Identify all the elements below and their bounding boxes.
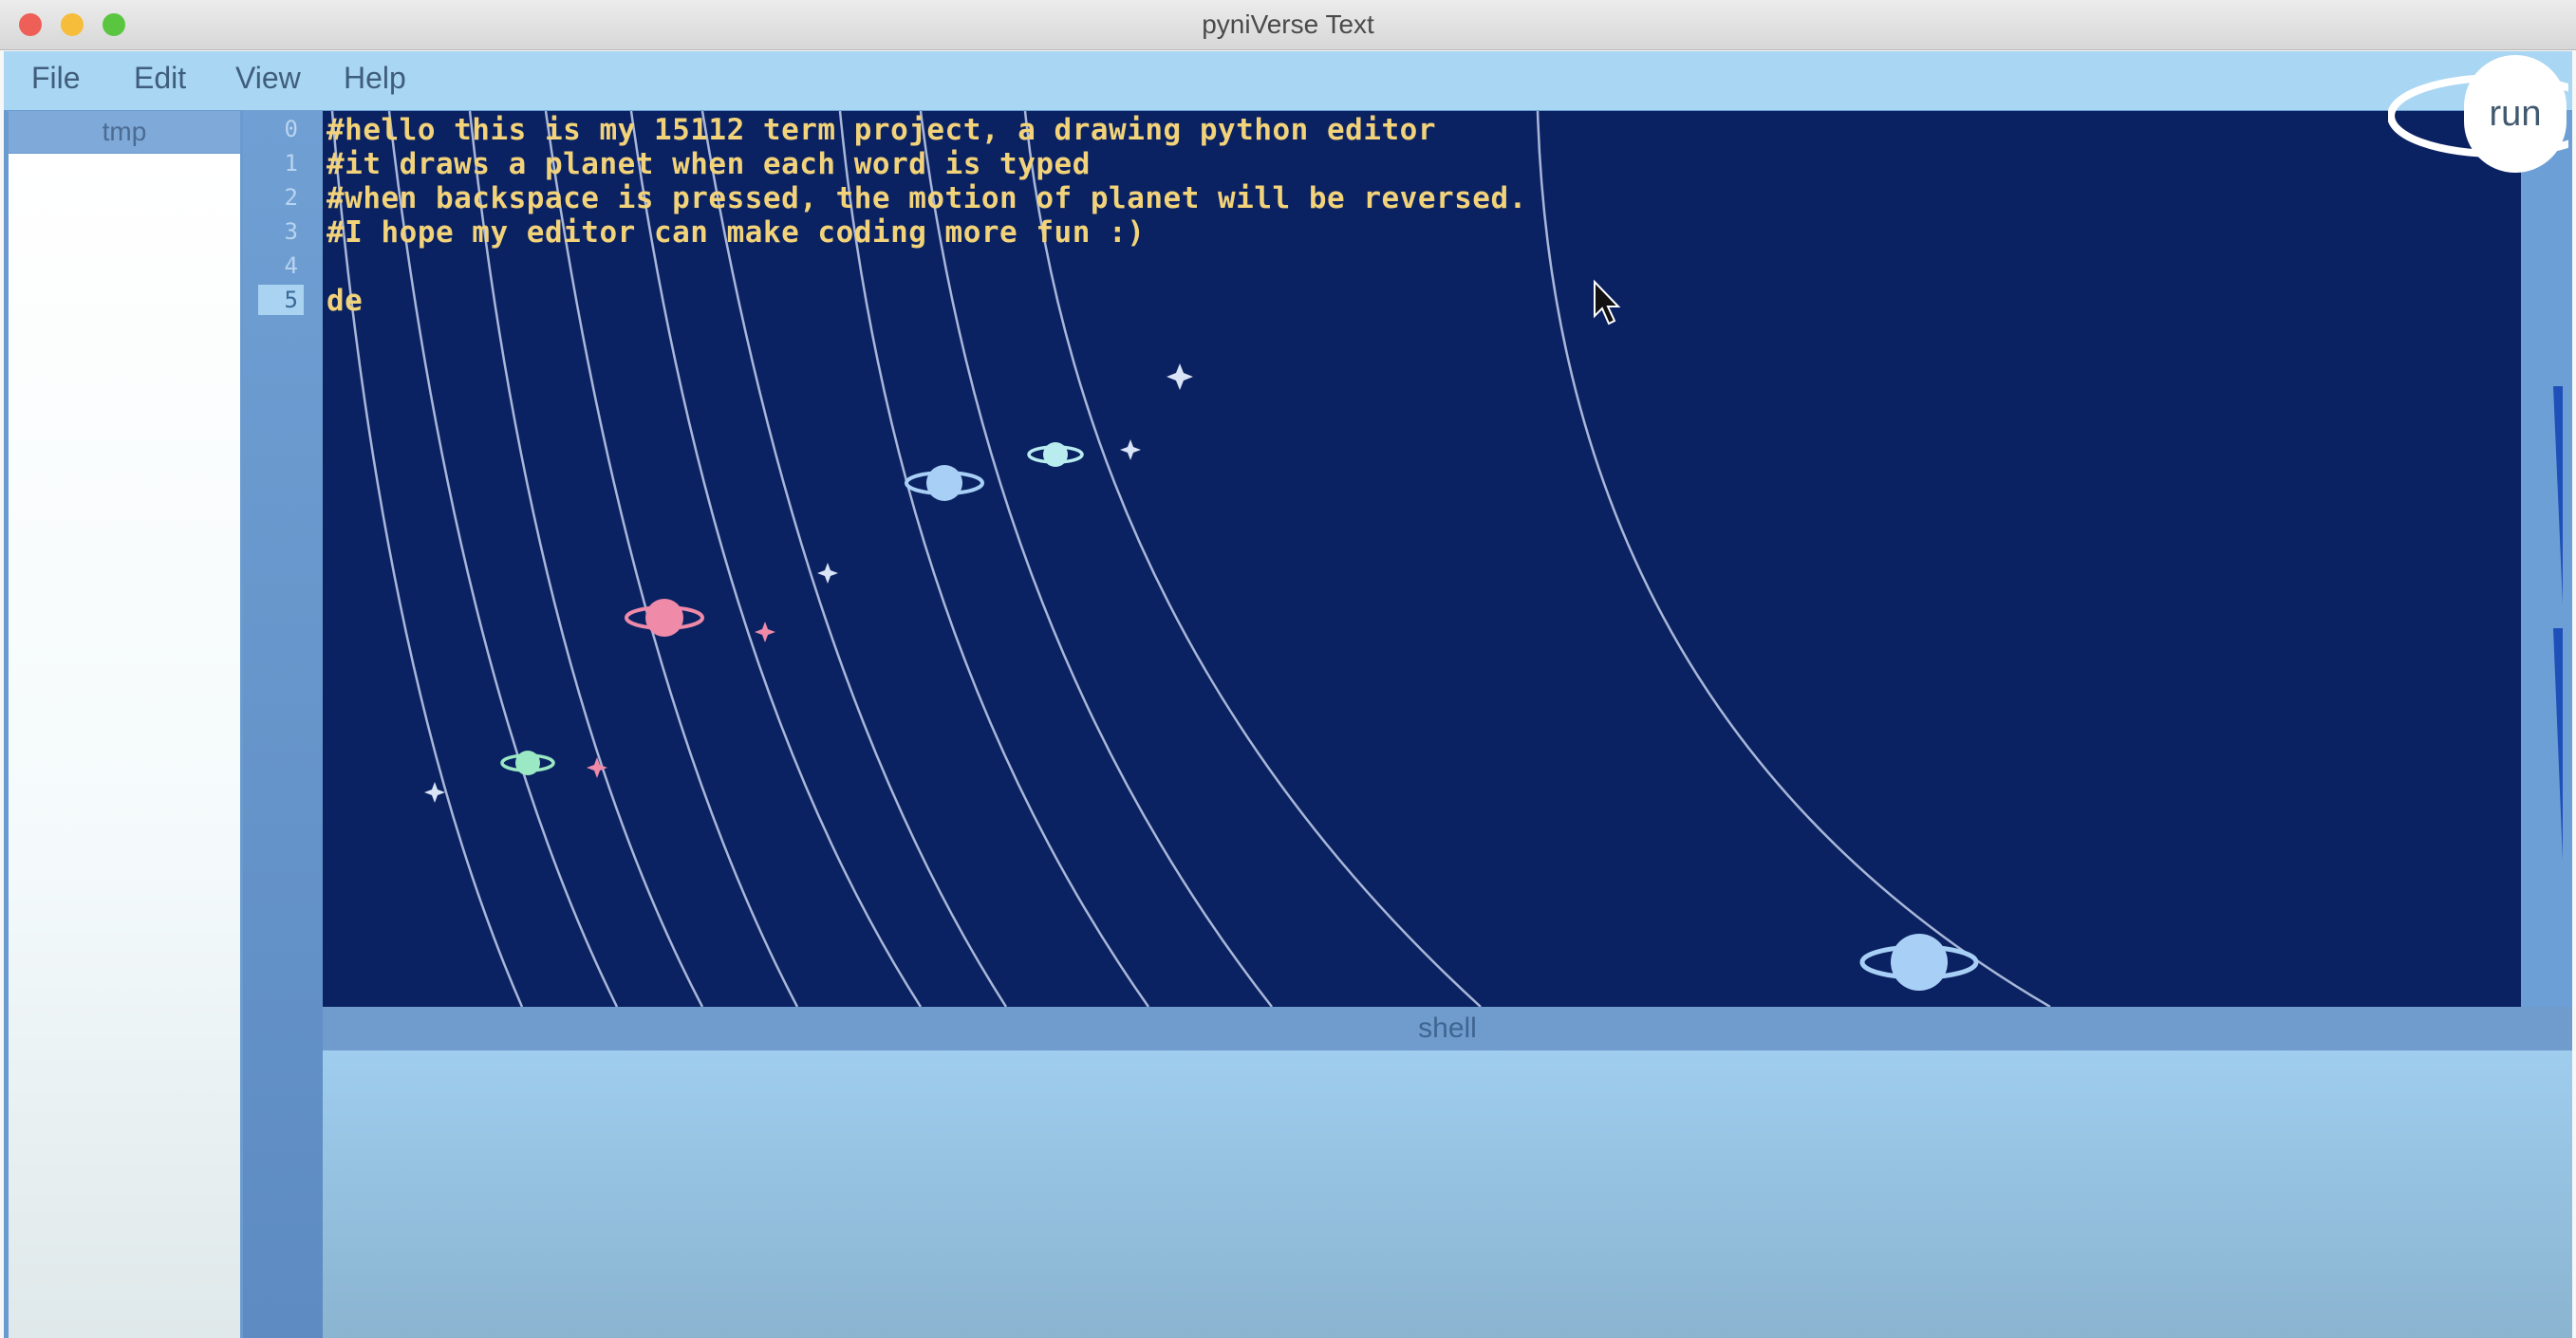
menu-edit[interactable]: Edit	[134, 61, 186, 96]
app-window: File Edit View Help tmp 0 1 2 3 4 5 #hel…	[4, 51, 2572, 1338]
window-title: pyniVerse Text	[1202, 9, 1374, 39]
sparkle-star-icon	[755, 622, 775, 642]
code-line[interactable]: de	[327, 284, 363, 318]
file-tab-tmp[interactable]: tmp	[9, 111, 240, 153]
ringed-planet-icon	[905, 465, 984, 501]
code-line[interactable]: #I hope my editor can make coding more f…	[327, 215, 1145, 250]
line-number: 0	[284, 116, 298, 142]
sparkle-star-icon	[817, 563, 838, 584]
menu-file[interactable]: File	[31, 61, 81, 96]
editor-scrollbar[interactable]	[2521, 111, 2572, 1065]
run-button[interactable]: run	[2464, 55, 2567, 173]
code-editor[interactable]: #hello this is my 15112 term project, a …	[323, 111, 2521, 1007]
menu-view[interactable]: View	[235, 61, 301, 96]
shell-output-area[interactable]	[323, 1050, 2572, 1338]
code-line[interactable]: #when backspace is pressed, the motion o…	[327, 181, 1527, 215]
line-number: 1	[284, 150, 298, 177]
window-titlebar: pyniVerse Text	[0, 0, 2576, 50]
line-number: 3	[284, 218, 298, 245]
ringed-planet-icon	[1027, 442, 1084, 467]
orbit-path	[1536, 111, 2051, 1007]
active-line-number: 5	[258, 285, 304, 315]
scroll-up-arrow-icon	[2553, 386, 2563, 604]
ringed-planet-icon	[1859, 934, 1979, 991]
ringed-planet-icon	[500, 751, 555, 775]
sparkle-star-icon	[1120, 439, 1141, 460]
sparkle-star-icon	[424, 782, 445, 803]
menu-bar: File Edit View Help	[4, 51, 2572, 110]
line-number: 4	[284, 252, 298, 279]
code-line[interactable]: #it draws a planet when each word is typ…	[327, 147, 1091, 181]
mouse-pointer-icon	[1594, 279, 1621, 325]
file-browser-panel[interactable]	[9, 154, 240, 1338]
scroll-down-arrow-icon	[2553, 628, 2563, 861]
line-number: 2	[284, 184, 298, 211]
code-line[interactable]: #hello this is my 15112 term project, a …	[327, 113, 1436, 147]
ringed-planet-icon	[625, 599, 704, 637]
shell-header: shell	[323, 1007, 2572, 1050]
menu-help[interactable]: Help	[344, 61, 406, 96]
sparkle-star-icon	[424, 363, 1193, 803]
